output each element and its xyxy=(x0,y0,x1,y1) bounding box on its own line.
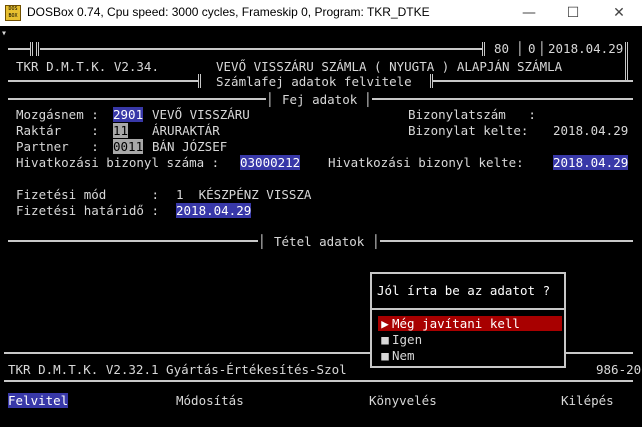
dosbox-icon: DOS BOX xyxy=(5,5,21,21)
status-field2: 0 xyxy=(528,41,536,56)
top-border-tick-left2 xyxy=(36,42,39,56)
bizonylat-kelte-label: Bizonylat kelte: xyxy=(408,123,529,138)
hiv-szam-field[interactable]: 03000212 xyxy=(240,155,301,170)
document-title: VEVŐ VISSZÁRU SZÁMLA ( NYUGTA ) ALAPJÁN … xyxy=(216,59,563,74)
confirm-dialog: Jól írta be az adatot ? ▶ Még javítani ke… xyxy=(370,272,566,368)
top-border xyxy=(40,48,482,50)
hiv-kelte-label: Hivatkozási bizonyl kelte: xyxy=(328,155,524,170)
top-border-tick-right xyxy=(482,42,485,56)
fizmod-label: Fizetési mód : xyxy=(16,187,159,202)
mozgasnem-code-field[interactable]: 2901 xyxy=(113,107,144,122)
close-button[interactable]: ✕ xyxy=(604,3,634,23)
app-version: TKR D.M.T.K. V2.34. xyxy=(16,59,159,74)
subsection-title: Fej adatok xyxy=(282,92,358,107)
option-meg-javitani[interactable]: ▶ Még javítani kell xyxy=(378,316,562,331)
bizonylat-kelte-value: 2018.04.29 xyxy=(553,123,629,138)
partner-code-field[interactable]: 0011 xyxy=(113,139,144,154)
arrow-right-icon: ▶ xyxy=(381,316,389,331)
mozgasnem-label: Mozgásnem : xyxy=(16,107,99,122)
dos-screen: ▾ 80 │ 0 │ 2018.04.29 TKR D.M.T.K. V2.34… xyxy=(0,26,642,427)
status-date: 2018.04.29 xyxy=(548,41,624,56)
fizmod-value: 1 KÉSZPÉNZ VISSZA xyxy=(176,187,312,202)
maximize-button[interactable]: ☐ xyxy=(558,3,588,23)
footer-right-text: 986-2003 xyxy=(596,362,642,377)
tetel-border-right xyxy=(380,240,633,242)
footer-bottom-border xyxy=(4,380,633,382)
option-nem[interactable]: ■ Nem xyxy=(378,348,562,363)
hiv-szam-label: Hivatkozási bizonyl száma : xyxy=(16,155,220,170)
dialog-question: Jól írta be az adatot ? xyxy=(377,283,551,298)
status-field1: 80 xyxy=(494,41,510,56)
dialog-divider xyxy=(372,308,564,310)
partner-name: BÁN JÓZSEF xyxy=(152,139,228,154)
section-border-left xyxy=(8,80,198,82)
dosbox-window: DOS BOX DOSBox 0.74, Cpu speed: 3000 cycl… xyxy=(0,0,642,427)
window-title: DOSBox 0.74, Cpu speed: 3000 cycles, Fra… xyxy=(27,5,430,19)
mozgasnem-name: VEVŐ VISSZÁRU xyxy=(152,107,250,122)
top-border-tick-left xyxy=(30,42,33,56)
fkey-modositas[interactable]: Módosítás xyxy=(176,393,244,408)
corner-marker-icon: ▾ xyxy=(1,28,8,39)
fkey-felvitel[interactable]: Felvitel xyxy=(8,393,69,408)
section-border-right xyxy=(433,80,633,82)
section-title: Számlafej adatok felvitele xyxy=(216,74,412,89)
bullet-icon: ■ xyxy=(381,348,389,363)
partner-label: Partner : xyxy=(16,139,99,154)
top-border-right xyxy=(625,42,628,82)
tetel-title: Tétel adatok xyxy=(274,234,365,249)
option-igen[interactable]: ■ Igen xyxy=(378,332,562,347)
hatarido-field[interactable]: 2018.04.29 xyxy=(176,203,252,218)
bizonylatszam-label: Bizonylatszám : xyxy=(408,107,536,122)
hiv-kelte-field[interactable]: 2018.04.29 xyxy=(553,155,629,170)
fej-border-left xyxy=(8,98,266,100)
raktar-label: Raktár : xyxy=(16,123,99,138)
raktar-name: ÁRURAKTÁR xyxy=(152,123,220,138)
fkey-kilepes[interactable]: Kilépés xyxy=(561,393,614,408)
footer-left-text: TKR D.M.T.K. V2.32.1 Gyártás-Értékesítés… xyxy=(8,362,347,377)
fej-border-right xyxy=(372,98,633,100)
raktar-code-field[interactable]: 11 xyxy=(113,123,129,138)
window-titlebar: DOS BOX DOSBox 0.74, Cpu speed: 3000 cycl… xyxy=(0,0,642,26)
hatarido-label: Fizetési határidő : xyxy=(16,203,159,218)
top-border-left xyxy=(8,48,30,50)
tetel-border-left xyxy=(8,240,258,242)
fkey-konyveles[interactable]: Könyvelés xyxy=(369,393,437,408)
bullet-icon: ■ xyxy=(381,332,389,347)
minimize-button[interactable]: — xyxy=(514,3,544,23)
